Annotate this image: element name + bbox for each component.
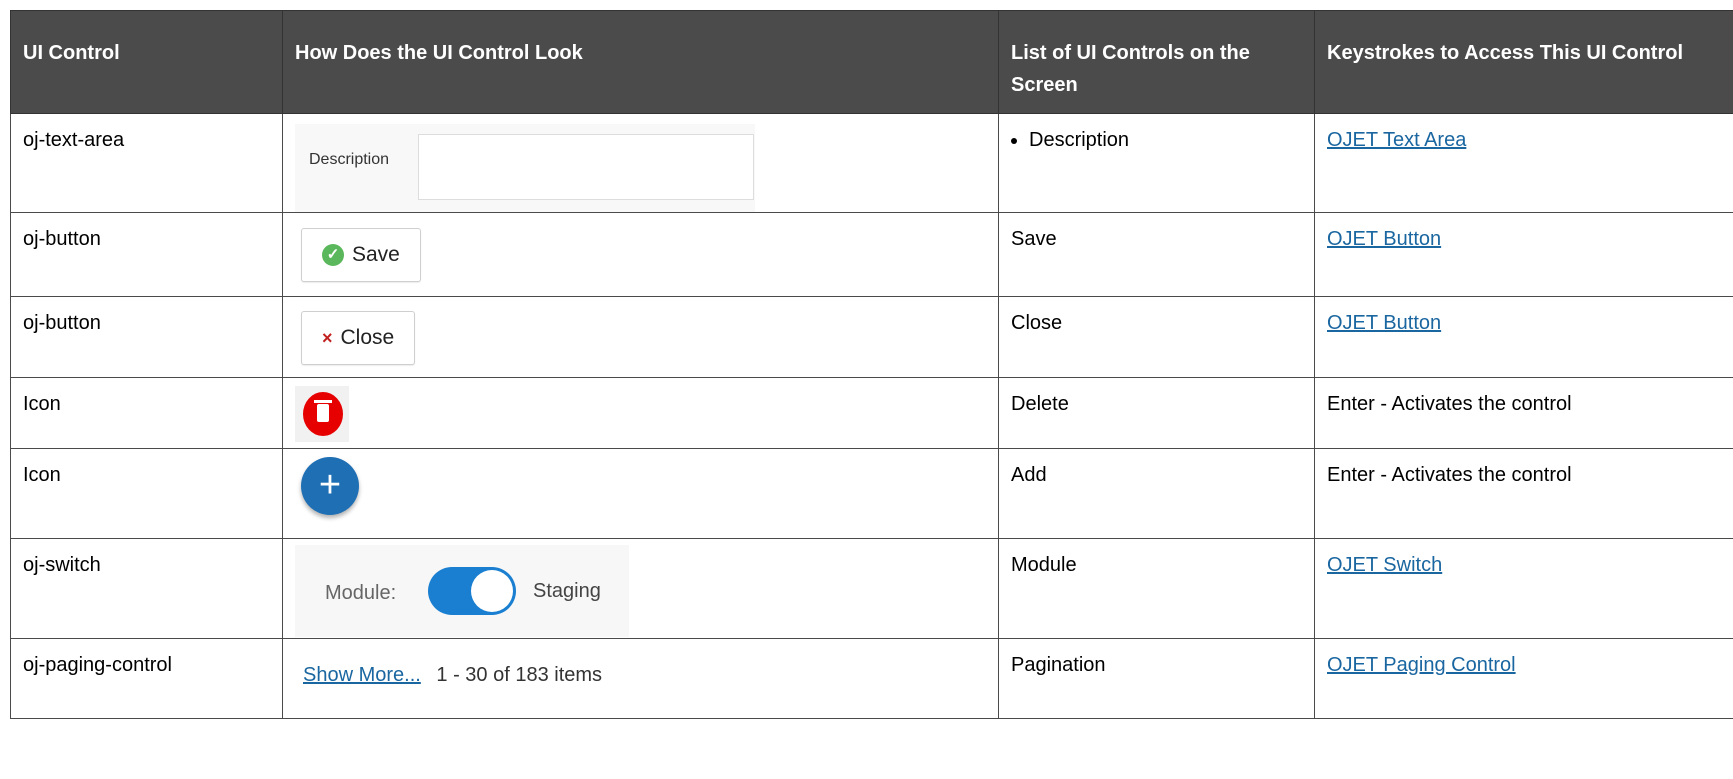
header-list: List of UI Controls on the Screen (998, 10, 1315, 114)
look-cell: × Close (282, 296, 999, 378)
look-cell: + (282, 448, 999, 539)
show-more-link[interactable]: Show More... (303, 664, 421, 686)
switch-preview: Module: Staging (295, 545, 629, 637)
look-cell: Module: Staging (282, 538, 999, 639)
header-keystrokes: Keystrokes to Access This UI Control (1314, 10, 1733, 114)
check-circle-icon: ✓ (322, 244, 344, 266)
look-cell: Description (282, 113, 999, 213)
paging-control: Show More... 1 - 30 of 183 items (303, 661, 998, 689)
add-icon[interactable]: + (301, 457, 359, 515)
control-name: oj-text-area (10, 113, 283, 213)
switch-state: Staging (533, 580, 601, 602)
list-cell: Description (998, 113, 1315, 213)
control-name: oj-button (10, 212, 283, 297)
keystroke-cell: OJET Button (1314, 296, 1733, 378)
list-cell: Save (998, 212, 1315, 297)
header-row: UI Control How Does the UI Control Look … (10, 10, 1733, 114)
description-textarea[interactable] (418, 134, 754, 200)
table-row: oj-paging-control Show More... 1 - 30 of… (10, 638, 1733, 719)
table-row: oj-switch Module: Staging Module OJET Sw… (10, 538, 1733, 639)
switch-knob (471, 570, 513, 612)
table-row: Icon Delete Enter - Activates the contro… (10, 377, 1733, 449)
close-button-label: Close (340, 326, 395, 349)
look-cell (282, 377, 999, 449)
ojet-text-area-link[interactable]: OJET Text Area (1327, 129, 1466, 151)
header-ui-control: UI Control (10, 10, 283, 114)
keystroke-cell: Enter - Activates the control (1314, 377, 1733, 449)
control-name: Icon (10, 377, 283, 449)
look-cell: ✓ Save (282, 212, 999, 297)
keystroke-cell: Enter - Activates the control (1314, 448, 1733, 539)
module-switch[interactable] (428, 567, 516, 615)
delete-icon-wrapper (295, 386, 349, 442)
keystroke-cell: OJET Switch (1314, 538, 1733, 639)
keystroke-cell: OJET Button (1314, 212, 1733, 297)
textarea-label: Description (309, 151, 390, 168)
list-cell: Add (998, 448, 1315, 539)
control-name: oj-button (10, 296, 283, 378)
close-button[interactable]: × Close (301, 311, 416, 365)
keystroke-cell: OJET Paging Control (1314, 638, 1733, 719)
table-row: oj-button × Close Close OJET Button (10, 296, 1733, 378)
keystroke-cell: OJET Text Area (1314, 113, 1733, 213)
switch-label: Module: (325, 582, 397, 604)
close-icon: × (322, 328, 333, 348)
control-name: oj-switch (10, 538, 283, 639)
table-row: oj-text-area Description Description OJE… (10, 113, 1733, 213)
trash-lid (314, 400, 332, 403)
table-row: oj-button ✓ Save Save OJET Button (10, 212, 1733, 297)
paging-range: 1 - 30 of 183 items (436, 664, 603, 686)
ojet-button-link[interactable]: OJET Button (1327, 228, 1441, 250)
list-cell: Close (998, 296, 1315, 378)
trash-can (317, 404, 329, 422)
control-name: Icon (10, 448, 283, 539)
list-cell: Module (998, 538, 1315, 639)
look-cell: Show More... 1 - 30 of 183 items (282, 638, 999, 719)
save-button[interactable]: ✓ Save (301, 228, 421, 282)
ojet-button-link[interactable]: OJET Button (1327, 312, 1441, 334)
list-cell: Pagination (998, 638, 1315, 719)
header-look: How Does the UI Control Look (282, 10, 999, 114)
save-button-label: Save (352, 243, 400, 266)
ui-controls-table: UI Control How Does the UI Control Look … (10, 10, 1733, 719)
table-row: Icon + Add Enter - Activates the control (10, 448, 1733, 539)
control-name: oj-paging-control (10, 638, 283, 719)
ojet-paging-control-link[interactable]: OJET Paging Control (1327, 654, 1516, 676)
textarea-preview: Description (295, 124, 755, 212)
ojet-switch-link[interactable]: OJET Switch (1327, 554, 1442, 576)
list-item: Description (1029, 126, 1302, 154)
list-cell: Delete (998, 377, 1315, 449)
delete-icon[interactable] (303, 392, 343, 436)
